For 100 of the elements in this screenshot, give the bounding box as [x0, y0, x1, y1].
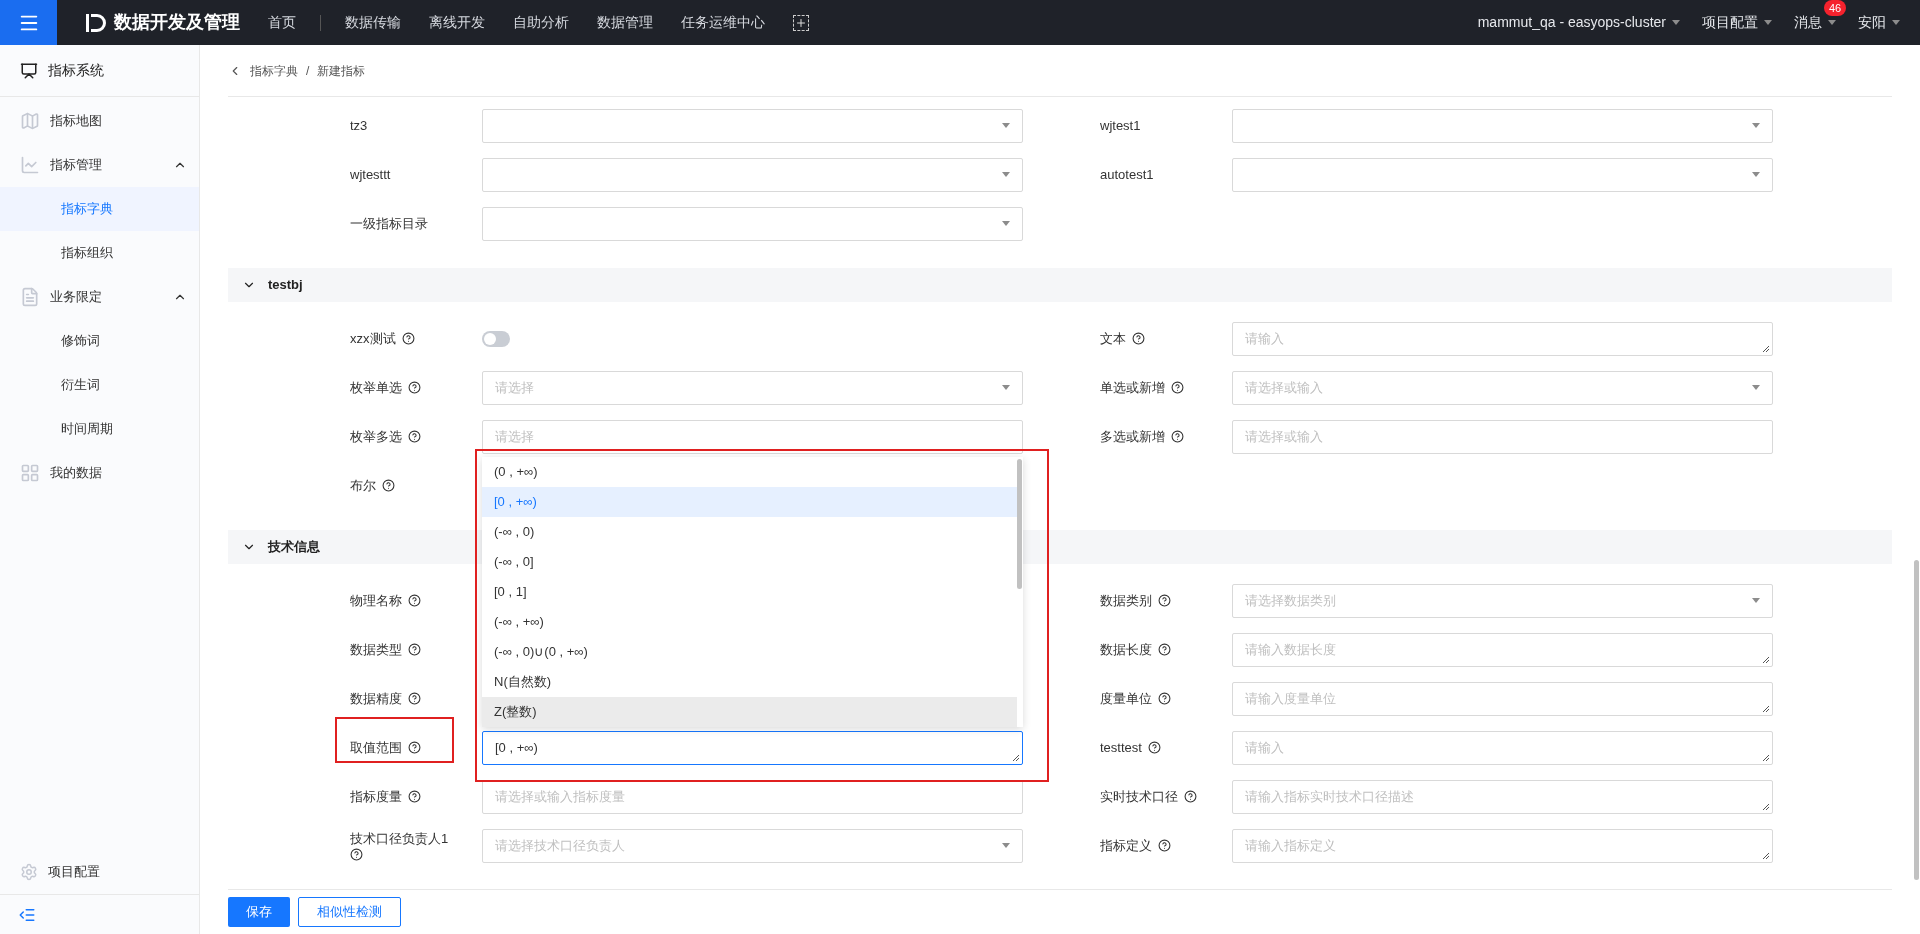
caret-icon	[1752, 385, 1760, 390]
caret-icon	[1764, 20, 1772, 25]
resize-grip-icon	[1762, 704, 1769, 712]
sidebar-subitem[interactable]: 指标字典	[0, 187, 199, 231]
resize-grip-icon	[1762, 655, 1769, 663]
field-label: 数据类型	[350, 640, 402, 659]
breadcrumb-separator: /	[306, 62, 310, 80]
help-icon[interactable]	[401, 332, 415, 345]
field-label: 多选或新增	[1100, 427, 1165, 446]
nav-link[interactable]: 数据管理	[583, 12, 667, 33]
sidebar-item[interactable]: 指标地图	[0, 99, 199, 143]
menu-button[interactable]	[0, 0, 57, 45]
header-menu[interactable]: 安阳	[1858, 12, 1900, 33]
select-field[interactable]	[482, 206, 1023, 241]
help-icon[interactable]	[408, 790, 421, 803]
sidebar-footer-item[interactable]: 项目配置	[0, 850, 199, 894]
gear-icon	[20, 863, 38, 881]
field-label: 技术口径负责人1	[350, 830, 449, 848]
help-icon[interactable]	[1132, 332, 1145, 345]
nav-link[interactable]: 数据传输	[331, 12, 415, 33]
help-icon[interactable]	[1147, 741, 1161, 754]
text-area-field[interactable]: [0 , +∞)	[482, 730, 1023, 765]
resize-grip-icon	[1762, 344, 1769, 352]
plus-icon	[795, 16, 807, 29]
field-label: 指标定义	[1100, 836, 1152, 855]
breadcrumb-link[interactable]: 新建指标	[317, 61, 366, 80]
resize-grip-icon	[1762, 802, 1769, 810]
field-placeholder: 请选择	[495, 427, 534, 446]
help-icon[interactable]	[408, 643, 421, 656]
help-icon[interactable]	[1158, 643, 1171, 656]
caret-icon	[1752, 123, 1760, 128]
field-label: 布尔	[350, 476, 376, 495]
field-label: 枚举单选	[350, 378, 402, 397]
presentation-icon	[20, 61, 38, 80]
field-label: 单选或新增	[1100, 378, 1165, 397]
sidebar-item[interactable]: 指标管理	[0, 143, 199, 187]
sidebar-subitem[interactable]: 衍生词	[0, 363, 199, 407]
caret-icon	[1002, 123, 1010, 128]
help-icon[interactable]	[350, 848, 363, 861]
nav-link[interactable]: 自助分析	[499, 12, 583, 33]
field-label: 物理名称	[350, 591, 402, 610]
nav-link[interactable]: 离线开发	[415, 12, 499, 33]
breadcrumb-link[interactable]: 指标字典	[250, 61, 298, 80]
field-placeholder: 请输入	[1245, 329, 1284, 348]
field-placeholder: 请输入指标定义	[1245, 836, 1336, 855]
select-field[interactable]	[482, 157, 1023, 192]
select-field[interactable]	[1232, 108, 1773, 143]
field-label: autotest1	[1100, 165, 1154, 184]
field-label: xzx测试	[350, 329, 396, 348]
nav-link[interactable]: 首页	[254, 12, 310, 33]
field-label: 一级指标目录	[350, 214, 428, 233]
sidebar-item[interactable]: 业务限定	[0, 275, 199, 319]
help-icon[interactable]	[408, 741, 421, 754]
sidebar-title: 指标系统	[48, 61, 104, 80]
select-field[interactable]	[1232, 157, 1773, 192]
scrollbar-thumb[interactable]	[1914, 560, 1919, 880]
sidebar-subitem[interactable]: 修饰词	[0, 319, 199, 363]
sidebar-item[interactable]: 我的数据	[0, 451, 199, 495]
field-label: 实时技术口径	[1100, 787, 1178, 806]
help-icon[interactable]	[1158, 594, 1171, 607]
caret-icon	[1002, 385, 1010, 390]
header-menu[interactable]: 项目配置	[1702, 12, 1772, 33]
caret-icon	[1892, 20, 1900, 25]
resize-grip-icon	[1012, 753, 1019, 761]
document-icon	[20, 287, 40, 307]
help-icon[interactable]	[1184, 790, 1197, 803]
help-icon[interactable]	[382, 479, 395, 492]
nav-link[interactable]: 任务运维中心	[667, 12, 779, 33]
field-label: wjtest1	[1100, 116, 1141, 135]
dropdown-option[interactable]: Z(整数)	[482, 696, 1017, 727]
sidebar-subitem[interactable]: 时间周期	[0, 407, 199, 451]
app-title: 数据开发及管理	[114, 11, 240, 34]
help-icon[interactable]	[1171, 430, 1184, 443]
header-menu[interactable]: mammut_qa - easyops-cluster	[1477, 12, 1680, 33]
help-icon[interactable]	[408, 430, 421, 443]
field-label: 指标度量	[350, 787, 402, 806]
resize-grip-icon	[1762, 753, 1769, 761]
field-label: tz3	[350, 116, 368, 135]
field-placeholder: 请输入	[1245, 738, 1284, 757]
sidebar-subitem[interactable]: 指标组织	[0, 231, 199, 275]
section-header[interactable]: testbj	[228, 268, 1892, 302]
dropdown-option[interactable]: (0 , +∞)	[482, 456, 1017, 487]
help-icon[interactable]	[408, 594, 421, 607]
notification-badge: 46	[1824, 0, 1847, 16]
help-icon[interactable]	[1158, 839, 1171, 852]
select-field[interactable]	[482, 108, 1023, 143]
add-tab-icon[interactable]	[793, 14, 809, 31]
help-icon[interactable]	[1158, 692, 1171, 705]
map-icon	[20, 111, 40, 131]
action-button[interactable]: 相似性检测	[298, 897, 401, 927]
caret-icon	[1752, 172, 1760, 177]
field-label: wjtesttt	[350, 165, 391, 184]
help-icon[interactable]	[408, 381, 421, 394]
help-icon[interactable]	[1171, 381, 1184, 394]
help-icon[interactable]	[408, 692, 421, 705]
caret-icon	[1672, 20, 1680, 25]
grid-icon	[20, 463, 40, 483]
toggle-switch[interactable]	[482, 330, 510, 347]
save-button[interactable]: 保存	[228, 897, 290, 927]
dropdown-option[interactable]: [0 , +∞)	[482, 486, 1017, 517]
